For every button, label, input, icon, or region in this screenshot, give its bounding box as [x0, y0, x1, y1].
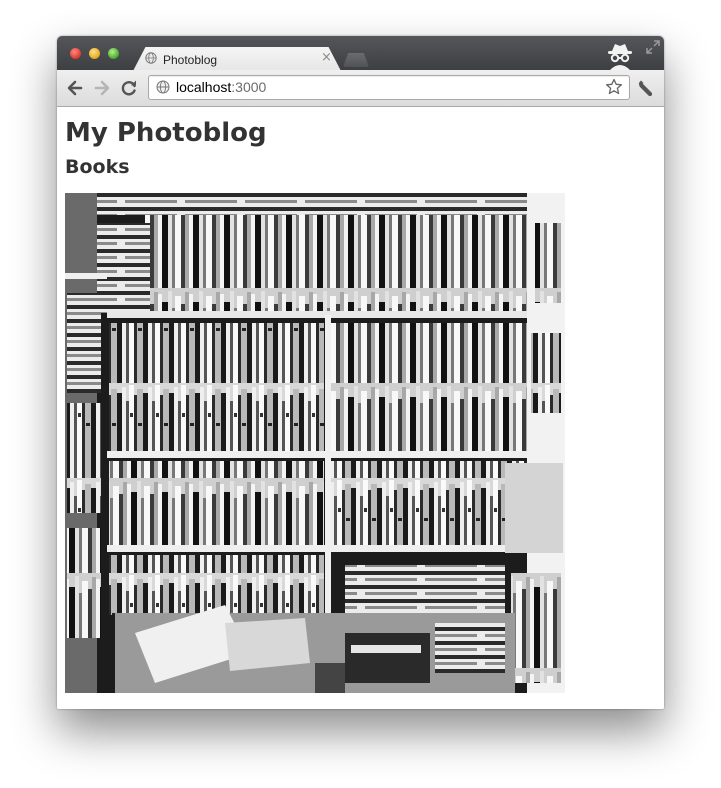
incognito-icon	[608, 44, 632, 70]
browser-window: Photoblog × localhost:3000 My Photoblog …	[57, 36, 664, 709]
forward-arrow-icon[interactable]	[92, 78, 112, 98]
back-arrow-icon[interactable]	[65, 78, 85, 98]
star-icon[interactable]	[605, 78, 623, 96]
fullscreen-icon[interactable]	[646, 40, 660, 54]
page-title: My Photoblog	[65, 118, 267, 148]
globe-icon	[145, 52, 157, 64]
title-bar: Photoblog ×	[57, 36, 664, 71]
tab-title: Photoblog	[163, 53, 218, 67]
toolbar: localhost:3000	[57, 70, 664, 107]
page-content: My Photoblog Books	[57, 107, 664, 709]
minimize-window-button[interactable]	[89, 48, 100, 59]
zoom-window-button[interactable]	[108, 48, 119, 59]
address-bar[interactable]: localhost:3000	[148, 75, 630, 100]
close-window-button[interactable]	[70, 48, 81, 59]
url-port: :3000	[231, 79, 267, 95]
wrench-icon[interactable]	[636, 78, 656, 98]
globe-icon	[156, 80, 170, 94]
url-text: localhost:3000	[176, 79, 266, 95]
close-tab-button[interactable]: ×	[321, 51, 332, 65]
photo-title: Books	[65, 156, 130, 178]
bookshelf-photo	[65, 193, 565, 693]
url-host: localhost	[176, 79, 232, 95]
new-tab-button[interactable]	[343, 53, 369, 67]
reload-icon[interactable]	[119, 78, 139, 98]
